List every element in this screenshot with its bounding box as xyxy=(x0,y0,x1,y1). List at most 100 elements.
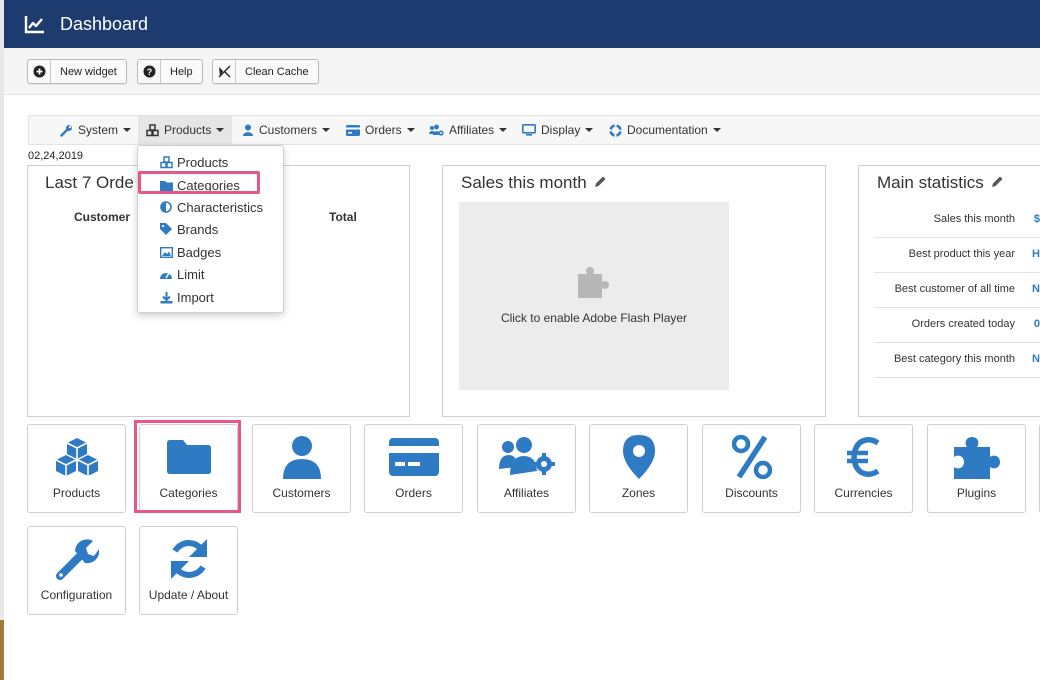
stat-value[interactable]: 0 xyxy=(1034,318,1040,330)
stat-label: Sales this month xyxy=(933,213,1015,225)
tile-label: Products xyxy=(52,486,101,500)
stat-value[interactable]: N xyxy=(1032,353,1040,365)
sales-title: Sales this month xyxy=(461,173,607,193)
pencil-icon[interactable] xyxy=(991,175,1004,188)
puzzle-icon xyxy=(928,435,1025,479)
tile-label: Affiliates xyxy=(503,486,550,500)
euro-icon xyxy=(815,435,912,479)
stats-title: Main statistics xyxy=(877,173,1004,193)
tile-currencies[interactable]: Currencies xyxy=(814,424,913,513)
gauge-icon xyxy=(159,268,173,280)
tile-update-about[interactable]: Update / About xyxy=(139,526,238,615)
dropdown-item-import[interactable]: Import xyxy=(138,286,283,308)
chevron-down-icon xyxy=(712,128,721,132)
tile-customers[interactable]: Customers xyxy=(252,424,351,513)
dropdown-item-label: Limit xyxy=(177,266,205,282)
help-label: Help xyxy=(170,65,193,78)
header-bar: Dashboard xyxy=(4,0,1040,48)
categories-highlight xyxy=(138,171,260,194)
tile-label: Customers xyxy=(272,486,331,500)
dropdown-item-products[interactable]: Products xyxy=(138,151,283,173)
pencil-icon[interactable] xyxy=(594,175,607,188)
flash-player-placeholder[interactable]: Click to enable Adobe Flash Player xyxy=(459,202,729,390)
dropdown-item-label: Products xyxy=(177,154,229,170)
users-gear-icon xyxy=(478,435,575,479)
chevron-down-icon xyxy=(123,128,132,132)
wrench-icon xyxy=(60,124,73,137)
wrench-icon xyxy=(28,537,125,581)
tile-label: Plugins xyxy=(956,486,997,500)
background-edge xyxy=(0,620,4,680)
stat-value[interactable]: N xyxy=(1032,283,1040,295)
download-icon xyxy=(159,291,173,304)
tile-label: Update / About xyxy=(148,588,229,602)
menu-orders-label: Orders xyxy=(365,123,402,137)
monitor-icon xyxy=(522,124,536,136)
menu-orders[interactable]: Orders xyxy=(346,116,415,144)
stat-row: Sales this month $ xyxy=(874,202,1040,238)
new-widget-label: New widget xyxy=(60,65,117,78)
toolbar: New widget ? Help Clean Cache xyxy=(4,48,1040,95)
dropdown-item-label: Characteristics xyxy=(177,199,263,215)
menu-display[interactable]: Display xyxy=(522,116,594,144)
new-widget-button[interactable]: New widget xyxy=(27,59,127,84)
percent-icon xyxy=(703,435,800,479)
menu-products[interactable]: Products xyxy=(138,116,233,144)
credit-card-icon xyxy=(346,124,360,136)
tile-label: Configuration xyxy=(40,588,113,602)
tile-discounts[interactable]: Discounts xyxy=(702,424,801,513)
svg-text:?: ? xyxy=(146,67,152,77)
chevron-down-icon xyxy=(322,128,331,132)
menu-system[interactable]: System xyxy=(60,116,132,144)
dropdown-item-label: Brands xyxy=(177,221,219,237)
chevron-down-icon xyxy=(216,128,225,132)
puzzle-icon xyxy=(578,267,609,298)
menu-affiliates[interactable]: Affiliates xyxy=(429,116,508,144)
credit-card-icon xyxy=(365,435,462,479)
stat-label: Orders created today xyxy=(911,318,1015,330)
tile-label: Orders xyxy=(395,486,432,500)
stat-value[interactable]: $ xyxy=(1034,213,1040,225)
tag-icon xyxy=(159,223,173,235)
main-menu: System Products Customers Orders Affilia… xyxy=(28,115,1040,145)
tile-plugins[interactable]: Plugins xyxy=(927,424,1026,513)
half-circle-icon xyxy=(159,201,173,213)
stat-label: Best product this year xyxy=(908,248,1015,260)
tile-products[interactable]: Products xyxy=(27,424,126,513)
tile-affiliates[interactable]: Affiliates xyxy=(477,424,576,513)
stat-row: Best product this year H xyxy=(874,237,1040,273)
lifebuoy-icon xyxy=(609,123,622,137)
chevron-down-icon xyxy=(585,128,594,132)
refresh-icon xyxy=(140,537,237,581)
menu-products-label: Products xyxy=(164,123,212,137)
column-customer: Customer xyxy=(74,210,131,224)
menu-documentation[interactable]: Documentation xyxy=(609,116,721,144)
dropdown-item-badges[interactable]: Badges xyxy=(138,241,283,263)
stat-row: Orders created today 0 xyxy=(874,307,1040,343)
stat-label: Best category this month xyxy=(893,353,1015,365)
clean-cache-label: Clean Cache xyxy=(245,65,309,78)
menu-customers-label: Customers xyxy=(259,123,318,137)
current-date: 02,24,2019 xyxy=(28,150,84,162)
stat-value[interactable]: H xyxy=(1032,248,1040,260)
help-button[interactable]: ? Help xyxy=(137,59,203,84)
menu-customers[interactable]: Customers xyxy=(242,116,331,144)
stat-row: Best category this month N xyxy=(874,342,1040,378)
map-marker-icon xyxy=(590,435,687,479)
dropdown-item-brands[interactable]: Brands xyxy=(138,218,283,240)
tile-configuration[interactable]: Configuration xyxy=(27,526,126,615)
user-icon xyxy=(253,435,350,479)
dropdown-item-characteristics[interactable]: Characteristics xyxy=(138,196,283,218)
window-edge xyxy=(0,0,4,680)
clean-cache-button[interactable]: Clean Cache xyxy=(212,59,319,84)
chevron-down-icon xyxy=(499,128,508,132)
dropdown-item-limit[interactable]: Limit xyxy=(138,263,283,285)
tile-orders[interactable]: Orders xyxy=(364,424,463,513)
column-total: Total xyxy=(329,210,357,224)
stat-label: Best customer of all time xyxy=(894,283,1015,295)
tile-zones[interactable]: Zones xyxy=(589,424,688,513)
broom-icon xyxy=(213,60,236,83)
question-circle-icon: ? xyxy=(138,60,161,83)
menu-display-label: Display xyxy=(541,123,581,137)
stat-row: Best customer of all time N xyxy=(874,272,1040,308)
